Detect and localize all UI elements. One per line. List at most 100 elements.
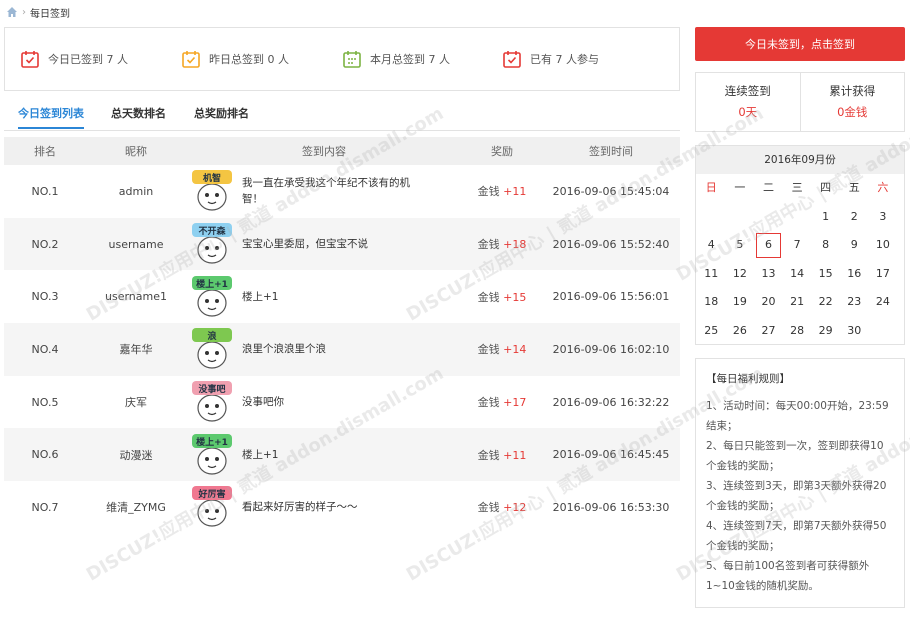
tab-today-list[interactable]: 今日签到列表 bbox=[18, 105, 84, 129]
calendar-day[interactable]: 23 bbox=[840, 288, 869, 317]
calendar-day[interactable]: 25 bbox=[697, 317, 726, 346]
time-cell: 2016-09-06 15:52:40 bbox=[542, 217, 680, 271]
calendar-day[interactable]: 14 bbox=[783, 260, 812, 289]
content-cell: 机智 我一直在承受我这个年纪不该有的机智！ bbox=[186, 165, 462, 218]
calendar-day[interactable]: 27 bbox=[754, 317, 783, 346]
calendar-day[interactable]: 13 bbox=[754, 260, 783, 289]
reward-label: 金钱 bbox=[477, 448, 500, 462]
sticker-text: 好厉害 bbox=[197, 488, 225, 500]
calendar-day[interactable]: 6 bbox=[754, 231, 783, 260]
sticker-text: 不开森 bbox=[198, 225, 226, 237]
calendar-day[interactable]: 3 bbox=[869, 203, 898, 232]
header-content: 签到内容 bbox=[186, 137, 462, 165]
continuous-signin: 连续签到 0天 bbox=[696, 73, 800, 131]
reward-cell: 金钱 +18 bbox=[462, 217, 542, 271]
calendar-day[interactable]: 30 bbox=[840, 317, 869, 346]
emoji-sticker-icon: 楼上+1 bbox=[192, 433, 232, 475]
calendar-day[interactable]: 15 bbox=[811, 260, 840, 289]
table-header-row: 排名 昵称 签到内容 奖励 签到时间 bbox=[4, 137, 680, 165]
calendar-day[interactable]: 4 bbox=[697, 231, 726, 260]
stat-today: 今日已签到 7 人 bbox=[20, 49, 128, 69]
calendar-grid: 日一二三四五六 1 2 3 4 5 6 7 8 9 10 11 12 13 14 15 16 17 18 19 20 21… bbox=[696, 174, 904, 345]
header-time: 签到时间 bbox=[542, 137, 680, 165]
calendar-day[interactable]: 18 bbox=[697, 288, 726, 317]
calendar-day[interactable]: 5 bbox=[726, 231, 755, 260]
emoji-sticker-icon: 浪 bbox=[192, 328, 232, 370]
breadcrumb: › 每日签到 bbox=[6, 4, 70, 20]
calendar-grid-icon bbox=[343, 51, 361, 68]
nickname-cell[interactable]: 庆军 bbox=[86, 375, 186, 429]
calendar-day[interactable]: 2 bbox=[840, 203, 869, 232]
table-row: NO.5 庆军 没事吧 没事吧你 金钱 +17 2016-09-06 16:32… bbox=[4, 375, 680, 429]
calendar-day[interactable]: 24 bbox=[869, 288, 898, 317]
calendar-day[interactable]: 1 bbox=[811, 203, 840, 232]
nickname-cell[interactable]: admin bbox=[86, 165, 186, 218]
signin-message: 宝宝心里委屈，但宝宝不说 bbox=[242, 238, 368, 251]
nickname-cell[interactable]: 维清_ZYMG bbox=[86, 481, 186, 534]
calendar-check-icon bbox=[182, 51, 200, 68]
continuous-label: 连续签到 bbox=[724, 84, 771, 98]
nickname-cell[interactable]: username1 bbox=[86, 270, 186, 324]
content-cell: 楼上+1 楼上+1 bbox=[186, 428, 462, 482]
calendar-day[interactable]: 26 bbox=[726, 317, 755, 346]
table-row: NO.1 admin 机智 我一直在承受我这个年纪不该有的机智！ 金钱 +11 … bbox=[4, 165, 680, 218]
calendar-empty-cell bbox=[869, 317, 898, 346]
stat-participants: 已有 7 人参与 bbox=[502, 49, 599, 69]
calendar-day[interactable]: 20 bbox=[754, 288, 783, 317]
breadcrumb-separator: › bbox=[22, 6, 26, 18]
calendar-day[interactable]: 28 bbox=[783, 317, 812, 346]
header-rank: 排名 bbox=[4, 137, 86, 165]
calendar-day[interactable]: 12 bbox=[726, 260, 755, 289]
signin-message: 没事吧你 bbox=[242, 396, 284, 409]
emoji-sticker-icon: 没事吧 bbox=[192, 381, 232, 422]
table-row: NO.4 嘉年华 浪 浪里个浪浪里个浪 金钱 +14 2016-09-06 16… bbox=[4, 323, 680, 376]
nickname-cell[interactable]: 嘉年华 bbox=[86, 323, 186, 376]
rank-cell: NO.2 bbox=[4, 217, 86, 271]
emoji-sticker-icon: 楼上+1 bbox=[192, 275, 232, 317]
calendar-day[interactable]: 19 bbox=[726, 288, 755, 317]
calendar-day[interactable]: 17 bbox=[869, 260, 898, 289]
continuous-value: 0天 bbox=[738, 105, 758, 119]
reward-label: 金钱 bbox=[477, 185, 500, 199]
time-cell: 2016-09-06 16:53:30 bbox=[542, 481, 680, 534]
signin-button[interactable]: 今日未签到，点击签到 bbox=[695, 27, 905, 61]
calendar-day[interactable]: 7 bbox=[783, 231, 812, 260]
rank-cell: NO.6 bbox=[4, 428, 86, 482]
content-cell: 楼上+1 楼上+1 bbox=[186, 270, 462, 324]
rules-list: 1、活动时间：每天00:00开始，23:59结束； 2、每日只能签到一次，签到即获… bbox=[706, 396, 894, 596]
sticker-text: 机智 bbox=[203, 172, 221, 184]
calendar-day[interactable]: 11 bbox=[697, 260, 726, 289]
nickname-cell[interactable]: username bbox=[86, 217, 186, 271]
calendar: 2016年09月份 日一二三四五六 1 2 3 4 5 6 7 8 9 10 11 12 13 14 15 16… bbox=[695, 145, 905, 345]
calendar-day[interactable]: 16 bbox=[840, 260, 869, 289]
calendar-day[interactable]: 8 bbox=[811, 231, 840, 260]
calendar-day[interactable]: 29 bbox=[811, 317, 840, 346]
rule-item: 2、每日只能签到一次，签到即获得10个金钱的奖励； bbox=[706, 440, 884, 472]
tab-total-days[interactable]: 总天数排名 bbox=[111, 105, 166, 129]
calendar-day[interactable]: 9 bbox=[840, 231, 869, 260]
calendar-day[interactable]: 21 bbox=[783, 288, 812, 317]
signin-message: 楼上+1 bbox=[242, 448, 279, 461]
calendar-title: 2016年09月份 bbox=[696, 146, 904, 174]
weekday-label: 二 bbox=[762, 181, 774, 194]
emoji-sticker-icon: 不开森 bbox=[192, 223, 232, 264]
home-icon[interactable] bbox=[6, 6, 18, 18]
calendar-empty-cell bbox=[783, 203, 812, 232]
nickname-cell[interactable]: 动漫迷 bbox=[86, 428, 186, 482]
reward-label: 金钱 bbox=[477, 238, 500, 252]
reward-value: +11 bbox=[503, 448, 527, 462]
tab-total-rewards[interactable]: 总奖励排名 bbox=[194, 105, 249, 129]
content-cell: 浪 浪里个浪浪里个浪 bbox=[186, 323, 462, 376]
total-earned: 累计获得 0金钱 bbox=[799, 73, 905, 131]
signin-table: 排名 昵称 签到内容 奖励 签到时间 NO.1 admin 机智 我一直在承受我… bbox=[4, 137, 680, 534]
reward-cell: 金钱 +15 bbox=[462, 270, 542, 324]
stat-month-text: 本月总签到 7 人 bbox=[370, 53, 450, 66]
time-cell: 2016-09-06 16:02:10 bbox=[542, 323, 680, 376]
calendar-day[interactable]: 10 bbox=[869, 231, 898, 260]
rules-box: 【每日福利规则】 1、活动时间：每天00:00开始，23:59结束； 2、每日只能… bbox=[695, 358, 905, 608]
rank-cell: NO.5 bbox=[4, 375, 86, 429]
content-cell: 好厉害 看起来好厉害的样子～～ bbox=[186, 481, 462, 534]
reward-cell: 金钱 +14 bbox=[462, 323, 542, 376]
weekday-label: 日 bbox=[705, 181, 717, 194]
calendar-day[interactable]: 22 bbox=[811, 288, 840, 317]
